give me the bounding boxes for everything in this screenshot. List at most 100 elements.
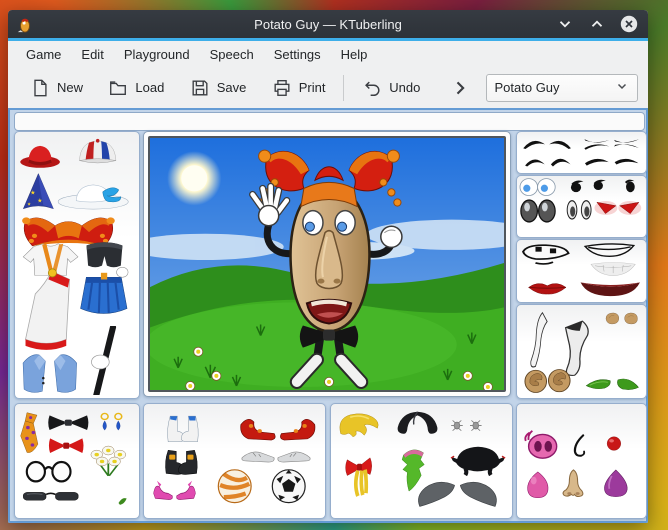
- load-button[interactable]: Load: [100, 72, 172, 104]
- sticker-ears-brown[interactable]: [523, 368, 572, 394]
- menu-help[interactable]: Help: [331, 44, 378, 65]
- toolbar-overflow-button[interactable]: [446, 72, 474, 104]
- sticker-nose-red-ball[interactable]: [603, 435, 625, 452]
- minimize-icon[interactable]: [556, 15, 574, 33]
- sticker-nose-white-1[interactable]: [527, 309, 550, 371]
- sticker-flower-bouquet[interactable]: [86, 443, 131, 477]
- shoes-box: [143, 403, 326, 519]
- sticker-sunglasses[interactable]: [21, 490, 81, 503]
- svg-text:★: ★: [30, 189, 35, 196]
- eyes-box: [516, 175, 647, 238]
- sticker-bowtie-black[interactable]: [46, 413, 91, 432]
- svg-text:★: ★: [27, 201, 31, 206]
- mouths-box: [516, 239, 647, 303]
- sticker-nose-purple[interactable]: [601, 468, 631, 498]
- menu-game[interactable]: Game: [16, 44, 71, 65]
- sticker-nose-tan[interactable]: [558, 468, 589, 501]
- game-area: ★★★: [8, 108, 648, 523]
- menu-edit[interactable]: Edit: [71, 44, 113, 65]
- sticker-white-robe[interactable]: [19, 268, 76, 353]
- sticker-ears-small-brown[interactable]: [603, 311, 640, 326]
- new-document-icon: [30, 78, 50, 98]
- sticker-mouth-widegrin[interactable]: [583, 241, 636, 259]
- sticker-ball-soccer[interactable]: [267, 468, 310, 504]
- sticker-brows-wavy[interactable]: [582, 154, 641, 168]
- new-button[interactable]: New: [22, 72, 91, 104]
- save-button[interactable]: Save: [182, 72, 255, 104]
- sticker-nose-hook-black[interactable]: [566, 433, 593, 460]
- load-label: Load: [135, 80, 164, 95]
- sticker-sneakers-gray[interactable]: [238, 445, 314, 466]
- eyebrows-box: [516, 131, 647, 174]
- sticker-bowtie-red[interactable]: [47, 436, 85, 455]
- svg-text:★: ★: [37, 197, 42, 204]
- sticker-tie-orange[interactable]: [17, 411, 44, 457]
- sticker-eyes-blue[interactable]: [518, 177, 558, 197]
- save-floppy-icon: [190, 78, 210, 98]
- sticker-mouth-teeth[interactable]: [588, 261, 638, 277]
- sticker-mouth-red-lips[interactable]: [526, 279, 569, 296]
- sticker-sprig-green[interactable]: [117, 493, 128, 507]
- app-icon: [16, 15, 34, 33]
- close-icon[interactable]: [620, 15, 638, 33]
- sticker-nose-pink-egg[interactable]: [523, 470, 553, 500]
- sticker-brows-crossed[interactable]: [582, 135, 641, 151]
- sticker-braids-black[interactable]: [450, 443, 506, 476]
- sticker-eye-dot[interactable]: [621, 177, 638, 193]
- sticker-glasses-round[interactable]: [22, 458, 75, 483]
- toolbar-separator: [343, 75, 344, 101]
- desktop-wallpaper: Potato Guy — KTuberling GameEditPlaygrou…: [0, 0, 668, 530]
- playground-selector-value: Potato Guy: [495, 80, 560, 95]
- combo-chevron-icon: [615, 79, 629, 96]
- undo-button[interactable]: Undo: [354, 72, 428, 104]
- sticker-blue-skirt[interactable]: [79, 265, 129, 324]
- sticker-blue-jacket[interactable]: [17, 350, 83, 395]
- print-button[interactable]: Print: [264, 72, 334, 104]
- menu-speech[interactable]: Speech: [200, 44, 264, 65]
- sticker-boots-black[interactable]: [155, 447, 206, 477]
- sticker-spiders[interactable]: [449, 417, 485, 434]
- save-label: Save: [217, 80, 247, 95]
- playground-selector[interactable]: Potato Guy: [486, 74, 638, 102]
- hair-box: [330, 403, 513, 519]
- sticker-shoes-pink[interactable]: [151, 477, 198, 502]
- sticker-sun-hat[interactable]: [56, 177, 130, 212]
- sticker-wig-blonde[interactable]: [336, 411, 383, 438]
- sticker-mouth-toothy[interactable]: [520, 242, 572, 266]
- sticker-pig-snout[interactable]: [523, 429, 560, 461]
- sticker-boots-white[interactable]: [155, 413, 206, 445]
- sticker-brows-arched[interactable]: [520, 135, 574, 151]
- sticker-ball-beach[interactable]: [213, 468, 256, 504]
- sticker-wig-black[interactable]: [394, 409, 441, 436]
- ears-noses-box: [516, 304, 647, 399]
- playground[interactable]: [143, 131, 511, 397]
- sticker-brows-round[interactable]: [522, 153, 574, 169]
- maximize-icon[interactable]: [588, 15, 606, 33]
- sticker-mustache-gray[interactable]: [414, 477, 501, 512]
- undo-label: Undo: [389, 80, 420, 95]
- sticker-ears-green[interactable]: [584, 373, 641, 392]
- sticker-wizard-hat[interactable]: ★★★: [21, 172, 56, 212]
- sticker-black-cane[interactable]: [84, 326, 125, 395]
- sticker-eyes-red-triangle[interactable]: [594, 197, 642, 217]
- menu-settings[interactable]: Settings: [264, 44, 331, 65]
- sticker-eyes-oval-small[interactable]: [563, 198, 595, 222]
- sticker-eyes-oval-dark[interactable]: [518, 197, 559, 223]
- sticker-shoes-jester[interactable]: [238, 413, 318, 443]
- sticker-mouth-dark-smile[interactable]: [578, 279, 643, 297]
- print-icon: [272, 78, 292, 98]
- sticker-red-hat[interactable]: [19, 140, 61, 169]
- sticker-eyes-comma[interactable]: [563, 178, 609, 195]
- toolbar: New Load Save Print Undo: [8, 67, 648, 108]
- sticker-earrings[interactable]: [96, 411, 127, 438]
- accessories-box: [14, 403, 140, 519]
- menubar: GameEditPlaygroundSpeechSettingsHelp: [8, 41, 648, 67]
- ktuberling-window: Potato Guy — KTuberling GameEditPlaygrou…: [8, 10, 648, 523]
- sticker-striped-cap[interactable]: [76, 137, 119, 166]
- playground-scene[interactable]: [148, 136, 506, 392]
- menu-playground[interactable]: Playground: [114, 44, 200, 65]
- titlebar[interactable]: Potato Guy — KTuberling: [8, 10, 648, 38]
- white-fist-right[interactable]: [381, 226, 402, 247]
- undo-icon: [362, 78, 382, 98]
- sticker-bow-pigtail[interactable]: [344, 450, 377, 499]
